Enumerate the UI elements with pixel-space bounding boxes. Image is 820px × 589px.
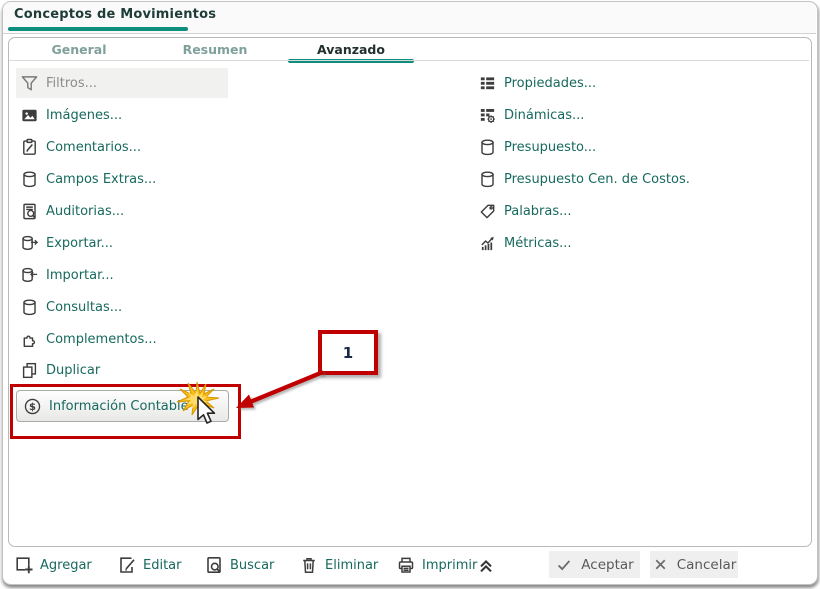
app-root: Conceptos de Movimientos General Resumen…: [0, 0, 820, 589]
menu-item-auditorias[interactable]: Auditorias...: [20, 196, 124, 226]
menu-item-label: Palabras...: [504, 203, 572, 219]
menu-item-dinamicas[interactable]: Dinámicas...: [478, 100, 584, 130]
menu-item-duplicar[interactable]: Duplicar: [20, 355, 100, 385]
toolbar-agregar[interactable]: Agregar: [14, 552, 92, 578]
clipboard-pencil-icon: [20, 138, 39, 157]
toolbar-label: Buscar: [230, 557, 275, 573]
trash-icon: [299, 555, 319, 575]
menu-item-presupuesto[interactable]: Presupuesto...: [478, 132, 596, 162]
menu-item-label: Imágenes...: [46, 107, 123, 123]
database-export-icon: [20, 234, 39, 253]
menu-item-palabras[interactable]: Palabras...: [478, 196, 572, 226]
menu-item-label: Presupuesto...: [504, 139, 597, 155]
content-panel: [8, 37, 812, 547]
add-icon: [14, 555, 34, 575]
toolbar-imprimir[interactable]: Imprimir: [396, 552, 477, 578]
menu-item-label: Duplicar: [46, 362, 101, 378]
funnel-icon: [20, 74, 39, 93]
database-icon: [478, 138, 497, 157]
toolbar-label: Eliminar: [325, 557, 379, 573]
toolbar-label: Agregar: [40, 557, 92, 573]
chevron-double-up-icon: [476, 555, 496, 575]
dollar-circle-icon: $: [23, 397, 42, 416]
menu-item-label: Dinámicas...: [504, 107, 585, 123]
database-icon: [20, 170, 39, 189]
printer-icon: [396, 555, 416, 575]
tab-resumen[interactable]: Resumen: [147, 39, 283, 61]
title-underline: [8, 27, 188, 31]
menu-item-presupuesto-cen-costos[interactable]: Presupuesto Cen. de Costos.: [478, 164, 690, 194]
toolbar-editar[interactable]: Editar: [117, 552, 182, 578]
grid-icon: [478, 74, 497, 93]
grid-gear-icon: [478, 106, 497, 125]
toolbar-eliminar[interactable]: Eliminar: [299, 552, 378, 578]
window-title: Conceptos de Movimientos: [14, 7, 217, 22]
menu-item-campos-extras[interactable]: Campos Extras...: [20, 164, 156, 194]
menu-item-metricas[interactable]: Métricas...: [478, 228, 572, 258]
tab-general[interactable]: General: [11, 39, 147, 61]
menu-item-filtros[interactable]: Filtros...: [16, 68, 228, 98]
menu-item-label: Presupuesto Cen. de Costos.: [504, 171, 690, 187]
menu-item-propiedades[interactable]: Propiedades...: [478, 68, 596, 98]
menu-item-label: Propiedades...: [504, 75, 597, 91]
menu-item-importar[interactable]: Importar...: [20, 260, 114, 290]
menu-item-imagenes[interactable]: Imágenes...: [20, 100, 122, 130]
tag-icon: [478, 202, 497, 221]
toolbar-collapse[interactable]: [476, 552, 496, 578]
metrics-icon: [478, 234, 497, 253]
toolbar-label: Editar: [143, 557, 182, 573]
tab-avanzado[interactable]: Avanzado: [283, 39, 419, 63]
menu-item-complementos[interactable]: Complementos...: [20, 324, 157, 354]
database-icon: [478, 170, 497, 189]
check-icon: [555, 556, 573, 574]
tab-bar: General Resumen Avanzado: [11, 39, 419, 63]
cancelar-button[interactable]: Cancelar: [650, 551, 738, 578]
menu-item-informacion-contable[interactable]: $ Información Contable: [16, 390, 229, 422]
menu-item-exportar[interactable]: Exportar...: [20, 228, 113, 258]
close-icon: [652, 556, 669, 573]
svg-text:$: $: [29, 402, 36, 413]
database-import-icon: [20, 266, 39, 285]
menu-item-label: Complementos...: [46, 331, 157, 347]
callout-step-number: 1: [318, 330, 378, 375]
aceptar-button[interactable]: Aceptar: [549, 551, 640, 578]
toolbar-buscar[interactable]: Buscar: [204, 552, 274, 578]
button-label: Aceptar: [581, 556, 634, 573]
puzzle-icon: [20, 330, 39, 349]
menu-item-label: Importar...: [46, 267, 114, 283]
toolbar-label: Imprimir: [422, 557, 478, 573]
tabs-divider: [9, 60, 809, 61]
search-icon: [204, 555, 224, 575]
menu-item-label: Información Contable: [49, 398, 189, 414]
menu-item-label: Campos Extras...: [46, 171, 157, 187]
copy-icon: [20, 361, 39, 380]
database-icon: [20, 298, 39, 317]
menu-item-label: Auditorias...: [46, 203, 125, 219]
menu-item-label: Métricas...: [504, 235, 572, 251]
document-search-icon: [20, 202, 39, 221]
menu-item-consultas[interactable]: Consultas...: [20, 292, 122, 322]
edit-icon: [117, 555, 137, 575]
menu-item-label: Filtros...: [46, 75, 98, 91]
header-divider: [3, 33, 816, 34]
button-label: Cancelar: [676, 556, 737, 573]
menu-item-label: Consultas...: [46, 299, 123, 315]
menu-item-comentarios[interactable]: Comentarios...: [20, 132, 141, 162]
image-icon: [20, 106, 39, 125]
menu-item-label: Comentarios...: [46, 139, 142, 155]
menu-item-label: Exportar...: [46, 235, 114, 251]
step-highlight-box: $ Información Contable: [10, 384, 241, 439]
